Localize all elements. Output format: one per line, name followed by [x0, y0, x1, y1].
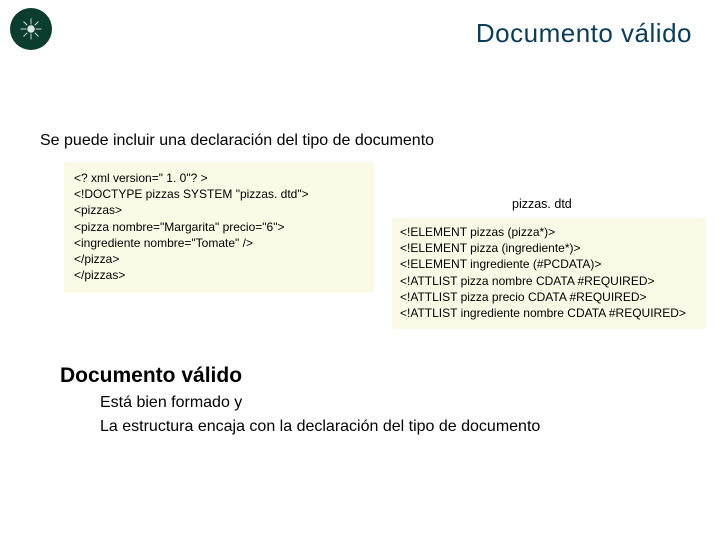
intro-text: Se puede incluir una declaración del tip… — [40, 132, 434, 150]
dtd-filename: pizzas. dtd — [512, 197, 572, 211]
slide-title: Documento válido — [476, 18, 692, 49]
crest-icon — [16, 14, 46, 44]
dtd-code-block: <!ELEMENT pizzas (pizza*)> <!ELEMENT piz… — [392, 218, 706, 329]
xml-code-block: <? xml version=" 1. 0"? > <!DOCTYPE pizz… — [64, 162, 374, 293]
valid-doc-heading: Documento válido — [60, 364, 242, 388]
valid-doc-line2: La estructura encaja con la declaración … — [100, 418, 540, 436]
university-logo — [10, 8, 52, 50]
valid-doc-line1: Está bien formado y — [100, 394, 242, 412]
